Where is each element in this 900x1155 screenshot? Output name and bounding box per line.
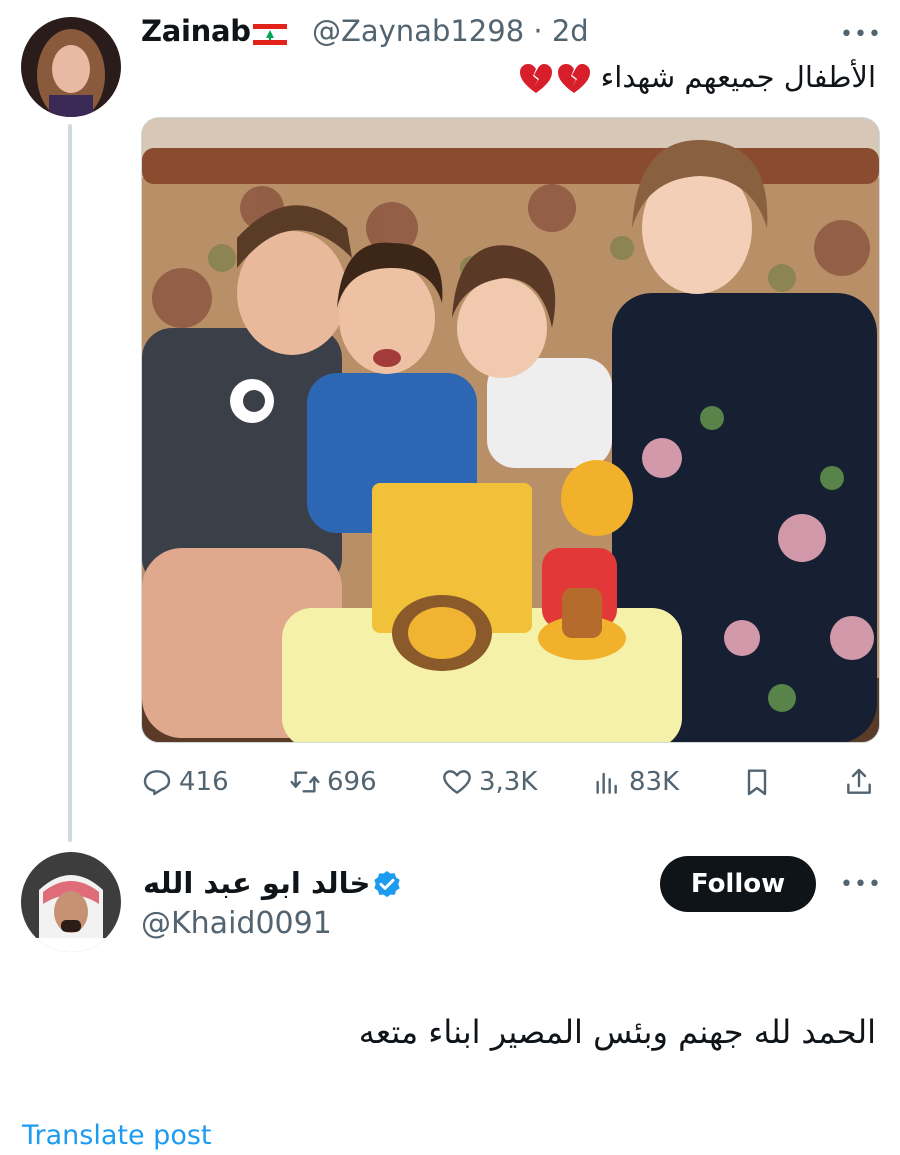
heart-icon bbox=[443, 770, 471, 794]
share-button[interactable] bbox=[843, 764, 881, 800]
author-handle[interactable]: @Khaid0091 bbox=[141, 906, 332, 941]
reply-icon bbox=[143, 770, 171, 796]
more-options-icon[interactable]: ••• bbox=[840, 872, 882, 897]
author-handle-time[interactable]: @Zaynab1298 · 2d bbox=[312, 14, 589, 48]
like-count: 3,3K bbox=[479, 767, 538, 797]
bookmark-button[interactable] bbox=[741, 764, 779, 800]
thread-connector bbox=[68, 124, 72, 842]
tweet-text: الحمد لله جهنم وبئس المصير ابناء متعه bbox=[358, 1013, 876, 1051]
more-options-icon[interactable]: ••• bbox=[840, 22, 882, 47]
verified-badge-icon bbox=[374, 871, 400, 898]
author-name[interactable]: خالد ابو عبد الله bbox=[143, 866, 370, 900]
views-icon bbox=[596, 772, 617, 794]
reply-button[interactable]: 416 bbox=[141, 764, 229, 800]
broken-heart-icon bbox=[558, 64, 591, 93]
follow-button[interactable]: Follow bbox=[660, 856, 816, 912]
tweet-text-content: الأطفال جميعهم شهداء bbox=[600, 60, 876, 94]
tweet-photo[interactable] bbox=[141, 117, 880, 743]
share-icon bbox=[847, 768, 871, 794]
retweet-icon bbox=[290, 771, 320, 793]
zainab-avatar[interactable] bbox=[21, 17, 121, 117]
lebanon-flag-icon bbox=[253, 24, 287, 45]
views-count: 83K bbox=[629, 767, 680, 797]
like-button[interactable]: 3,3K bbox=[441, 764, 537, 800]
retweet-count: 696 bbox=[327, 767, 377, 797]
tweet-actions: 416 696 3,3K 83K bbox=[141, 764, 878, 800]
tweet-text: الأطفال جميعهم شهداء bbox=[515, 60, 876, 95]
translate-post-link[interactable]: Translate post bbox=[22, 1120, 212, 1151]
khalid-avatar[interactable] bbox=[21, 852, 121, 952]
retweet-button[interactable]: 696 bbox=[289, 764, 377, 800]
views-button[interactable]: 83K bbox=[591, 764, 679, 800]
broken-heart-icon bbox=[520, 64, 553, 93]
bookmark-icon bbox=[747, 769, 767, 796]
author-name[interactable]: Zainab bbox=[141, 14, 251, 48]
reply-count: 416 bbox=[179, 767, 229, 797]
